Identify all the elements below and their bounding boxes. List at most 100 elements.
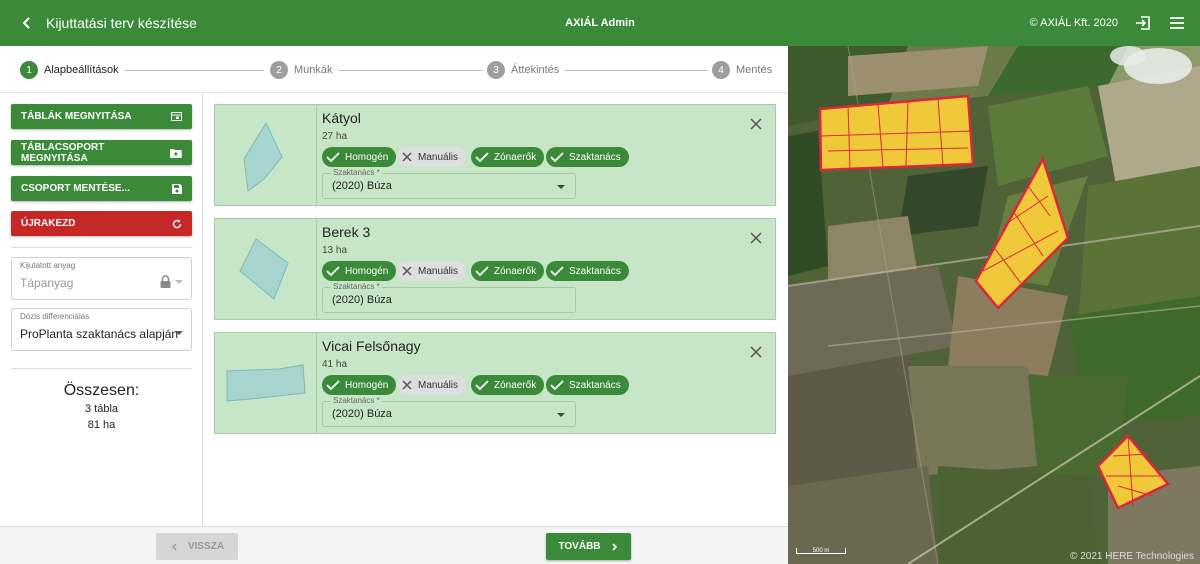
chevron-down-icon (175, 331, 183, 335)
chip-homogen[interactable]: Homogén (322, 261, 397, 281)
field-list: Kátyol 27 ha Homogén Manuális Zónaerők S… (204, 94, 788, 526)
restart-button[interactable]: ÚJRAKEZD (11, 211, 192, 236)
field-area: 27 ha (322, 131, 348, 142)
open-table-group-button[interactable]: TÁBLACSOPORT MEGNYITÁSA (11, 140, 192, 165)
dose-value: ProPlanta szaktanács alapján (20, 327, 179, 341)
chip-label: Homogén (345, 151, 389, 163)
save-icon (172, 183, 182, 194)
chip-manualis[interactable]: Manuális (397, 261, 467, 281)
field-card: Kátyol 27 ha Homogén Manuális Zónaerők S… (214, 104, 776, 206)
close-icon (750, 232, 762, 244)
advice-select[interactable]: Szaktanács * (2020) Búza (322, 168, 576, 199)
chip-label: Manuális (418, 379, 459, 391)
divider (11, 247, 192, 248)
field-area: 13 ha (322, 245, 348, 256)
chip-label: Manuális (418, 265, 459, 277)
close-icon (750, 346, 762, 358)
chip-zonaerok[interactable]: Zónaerők (471, 375, 545, 395)
advice-select[interactable]: Szaktanács * (2020) Búza (322, 282, 576, 313)
chip-homogen[interactable]: Homogén (322, 375, 397, 395)
menu-button[interactable] (1168, 14, 1186, 32)
table-icon (171, 112, 182, 121)
remove-field-button[interactable] (749, 345, 763, 359)
select-value: (2020) Búza (332, 180, 392, 192)
field-thumbnail (215, 105, 317, 205)
step-alapbeallitasok[interactable]: 1 Alapbeállítások (20, 61, 125, 79)
step-mentes[interactable]: 4 Mentés (712, 61, 779, 79)
step-label: Áttekintés (511, 64, 560, 76)
chip-label: Homogén (345, 379, 389, 391)
remove-field-button[interactable] (749, 117, 763, 131)
advice-select[interactable]: Szaktanács * (2020) Búza (322, 396, 576, 427)
material-field: Kijutatott anyag Tápanyag (11, 257, 192, 300)
chip-manualis[interactable]: Manuális (397, 147, 467, 167)
step-number: 1 (20, 61, 38, 79)
chip-szaktanacs[interactable]: Szaktanács (546, 147, 629, 167)
step-number: 3 (487, 61, 505, 79)
field-thumbnail (215, 219, 317, 319)
check-icon (475, 152, 489, 163)
step-munkak[interactable]: 2 Munkák (270, 61, 339, 79)
chip-zonaerok[interactable]: Zónaerők (471, 261, 545, 281)
chevron-down-icon (557, 413, 565, 417)
field-card: Vicai Felsőnagy 41 ha Homogén Manuális Z… (214, 332, 776, 434)
check-icon (550, 380, 564, 391)
check-icon (326, 266, 340, 277)
open-tables-button[interactable]: TÁBLÁK MEGNYITÁSA (11, 104, 192, 129)
step-label: Alapbeállítások (44, 64, 119, 76)
summary-title: Összesen: (63, 382, 140, 399)
select-label: Szaktanács * (331, 168, 382, 177)
select-label: Szaktanács * (331, 396, 382, 405)
map-attribution: © 2021 HERE Technologies (1070, 551, 1194, 562)
button-label: TÁBLACSOPORT MEGNYITÁSA (21, 141, 105, 164)
close-icon (750, 118, 762, 130)
chip-szaktanacs[interactable]: Szaktanács (546, 261, 629, 281)
chip-label: Szaktanács (569, 151, 621, 163)
step-attekintes[interactable]: 3 Áttekintés (487, 61, 566, 79)
field-thumbnail (215, 333, 317, 433)
material-value: Tápanyag (20, 276, 74, 290)
logout-button[interactable] (1134, 14, 1152, 32)
chevron-left-icon (171, 543, 177, 550)
chip-label: Homogén (345, 265, 389, 277)
field-name: Vicai Felsőnagy (322, 338, 421, 354)
check-icon (326, 152, 340, 163)
chip-manualis[interactable]: Manuális (397, 375, 467, 395)
save-group-button[interactable]: CSOPORT MENTÉSE... (11, 176, 192, 201)
chevron-down-icon (175, 280, 183, 284)
satellite-map[interactable]: 500 m © 2021 HERE Technologies (788, 46, 1200, 564)
back-arrow-button[interactable] (12, 0, 42, 46)
chip-label: Zónaerők (494, 379, 537, 391)
select-label: Szaktanács * (331, 282, 382, 291)
chip-zonaerok[interactable]: Zónaerők (471, 147, 545, 167)
chip-homogen[interactable]: Homogén (322, 147, 397, 167)
step-label: Mentés (736, 64, 773, 76)
chip-label: Szaktanács (569, 379, 621, 391)
button-label: VISSZA (187, 541, 225, 552)
page-title: Kijuttatási terv készítése (46, 15, 197, 31)
dose-differentiation-select[interactable]: Dózis differenciálás ProPlanta szaktanác… (11, 308, 192, 351)
next-button[interactable]: TOVÁBB (546, 533, 631, 560)
refresh-icon (172, 219, 182, 228)
check-icon (550, 152, 564, 163)
field-name: Kátyol (322, 110, 361, 126)
chevron-right-icon (611, 542, 617, 551)
chevron-left-icon (22, 17, 30, 29)
chip-label: Szaktanács (569, 265, 621, 277)
remove-field-button[interactable] (749, 231, 763, 245)
map-scale-bar: 500 m (796, 548, 846, 554)
step-number: 4 (712, 61, 730, 79)
close-icon (402, 152, 412, 162)
bottom-action-bar: VISSZA TOVÁBB (0, 526, 788, 564)
close-icon (402, 380, 412, 390)
chip-szaktanacs[interactable]: Szaktanács (546, 375, 629, 395)
check-icon (550, 266, 564, 277)
step-connector (334, 70, 482, 71)
field-card: Berek 3 13 ha Homogén Manuális Zónaerők … (214, 218, 776, 320)
select-value: (2020) Búza (332, 408, 392, 420)
button-label: ÚJRAKEZD (21, 218, 76, 229)
wizard-stepper: 1 Alapbeállítások 2 Munkák 3 Áttekintés … (0, 46, 788, 93)
back-button[interactable]: VISSZA (156, 533, 238, 560)
folder-icon (170, 148, 182, 158)
copyright-text: © AXIÁL Kft. 2020 (1029, 17, 1118, 29)
